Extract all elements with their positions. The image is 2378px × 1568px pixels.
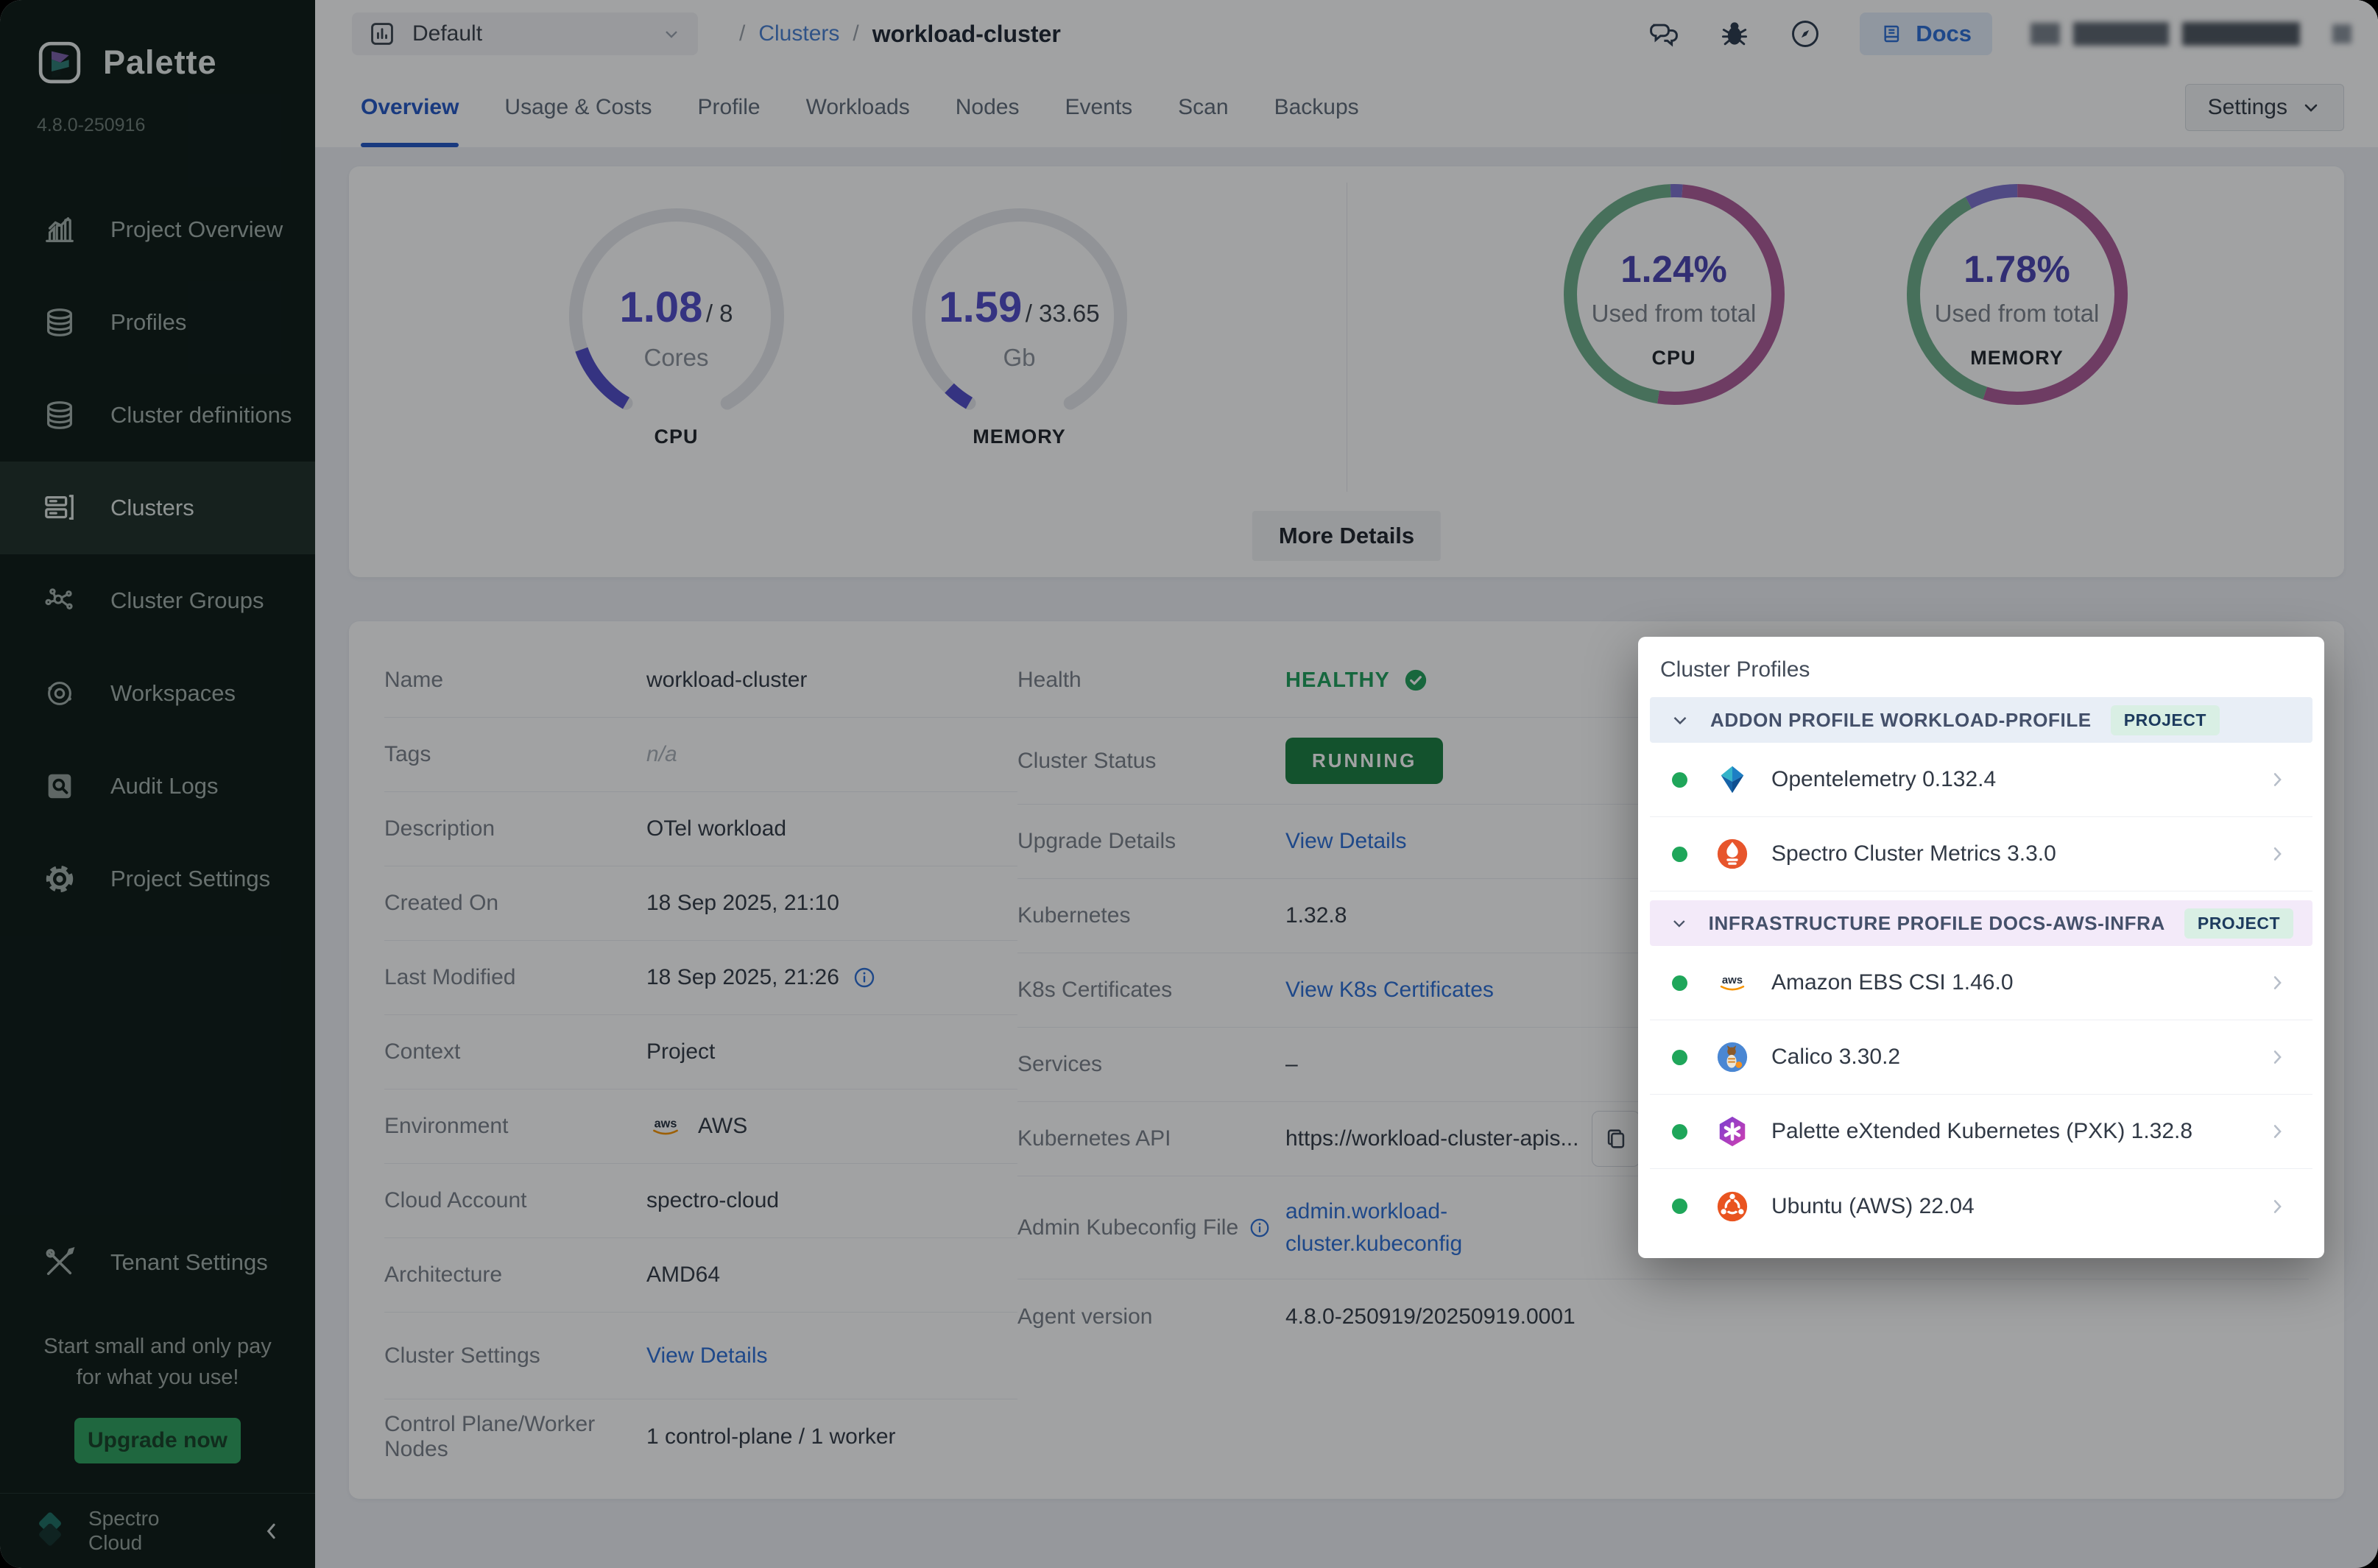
profile-layer-name: Opentelemetry 0.132.4 (1771, 767, 1996, 792)
healthy-status-dot (1672, 772, 1687, 788)
profile-layer-calico[interactable]: Calico 3.30.2 (1650, 1020, 2312, 1095)
chevron-right-icon (2267, 1121, 2287, 1142)
calico-logo-icon (1715, 1040, 1749, 1074)
aws-logo-icon: aws (1715, 966, 1749, 1000)
profile-layer-pxk[interactable]: Palette eXtended Kubernetes (PXK) 1.32.8 (1650, 1095, 2312, 1169)
app-window: Palette 4.8.0-250916 Project Overview Pr… (0, 0, 2378, 1568)
profile-layer-amazon-ebs-csi[interactable]: aws Amazon EBS CSI 1.46.0 (1650, 946, 2312, 1020)
profile-layer-name: Amazon EBS CSI 1.46.0 (1771, 970, 2014, 995)
section-header-label: ADDON PROFILE WORKLOAD-PROFILE (1710, 709, 2092, 732)
addon-profile-section-header[interactable]: ADDON PROFILE WORKLOAD-PROFILE PROJECT (1650, 697, 2312, 743)
chevron-right-icon (2267, 1196, 2287, 1217)
project-scope-badge: PROJECT (2184, 908, 2293, 939)
chevron-right-icon (2267, 1047, 2287, 1067)
healthy-status-dot (1672, 1050, 1687, 1065)
infrastructure-profile-section-header[interactable]: INFRASTRUCTURE PROFILE DOCS-AWS-INFRA PR… (1650, 900, 2312, 946)
profile-layer-spectro-cluster-metrics[interactable]: Spectro Cluster Metrics 3.3.0 (1650, 817, 2312, 891)
cluster-profiles-list: ADDON PROFILE WORKLOAD-PROFILE PROJECT O… (1650, 697, 2312, 1243)
profile-layer-name: Spectro Cluster Metrics 3.3.0 (1771, 841, 2056, 866)
healthy-status-dot (1672, 975, 1687, 991)
chevron-right-icon (2267, 972, 2287, 993)
profile-layer-name: Palette eXtended Kubernetes (PXK) 1.32.8 (1771, 1119, 2192, 1144)
chevron-down-icon (1669, 912, 1690, 934)
chevron-right-icon (2267, 769, 2287, 790)
cluster-profiles-panel: Cluster Profiles ADDON PROFILE WORKLOAD-… (1638, 637, 2324, 1258)
profile-layer-ubuntu[interactable]: Ubuntu (AWS) 22.04 (1650, 1169, 2312, 1243)
healthy-status-dot (1672, 1198, 1687, 1214)
svg-text:aws: aws (1722, 974, 1743, 986)
ubuntu-logo-icon (1715, 1190, 1749, 1223)
chevron-right-icon (2267, 844, 2287, 864)
opentelemetry-logo-icon (1715, 763, 1749, 797)
profile-layer-name: Ubuntu (AWS) 22.04 (1771, 1194, 1975, 1219)
project-scope-badge: PROJECT (2111, 705, 2220, 735)
cluster-profiles-title: Cluster Profiles (1638, 637, 2324, 697)
healthy-status-dot (1672, 1124, 1687, 1140)
pxk-logo-icon (1715, 1115, 1749, 1148)
profile-layer-name: Calico 3.30.2 (1771, 1045, 1900, 1070)
section-header-label: INFRASTRUCTURE PROFILE DOCS-AWS-INFRA (1709, 912, 2165, 935)
prometheus-logo-icon (1715, 837, 1749, 871)
profile-layer-opentelemetry[interactable]: Opentelemetry 0.132.4 (1650, 743, 2312, 817)
chevron-down-icon (1669, 709, 1691, 731)
healthy-status-dot (1672, 847, 1687, 862)
